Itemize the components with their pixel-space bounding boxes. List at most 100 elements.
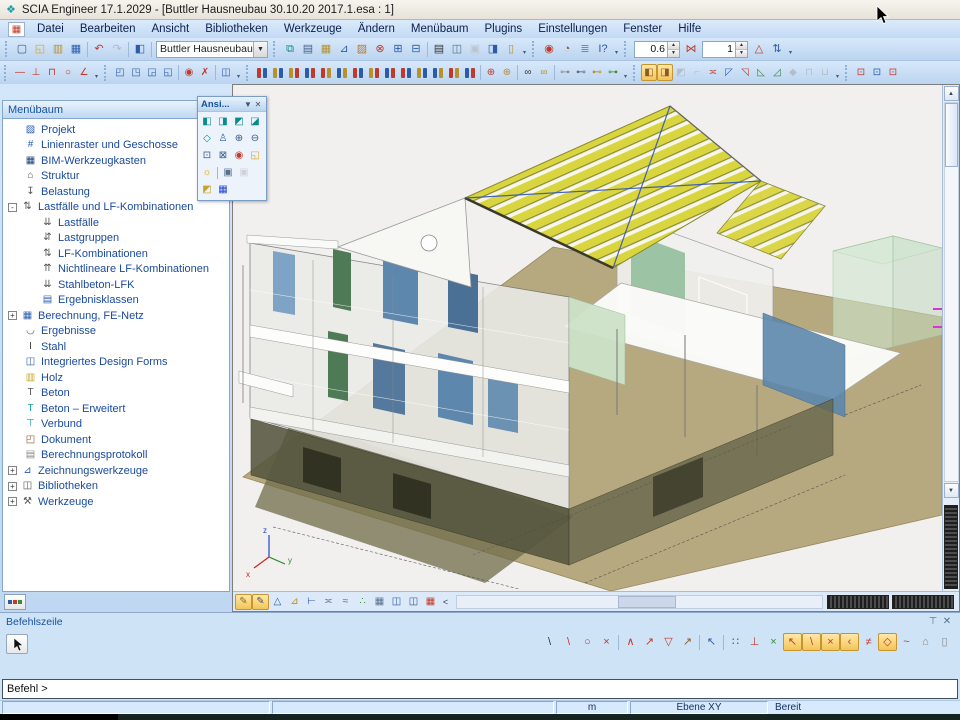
- menu-menbaum[interactable]: Menübaum: [403, 22, 477, 36]
- vertical-scrollbar[interactable]: ▲ ▼: [942, 85, 959, 591]
- palette-dropdown-icon[interactable]: ▼: [243, 100, 253, 109]
- clipping-box-icon[interactable]: ◩: [199, 182, 215, 198]
- tree-item[interactable]: ▤Ergebnisklassen: [3, 293, 229, 309]
- visibility-icon[interactable]: ◉: [181, 64, 197, 81]
- mesh-icon[interactable]: ⊗: [371, 41, 389, 58]
- tree-item[interactable]: +◫Bibliotheken: [3, 479, 229, 495]
- new-window-icon[interactable]: ◧: [131, 41, 149, 58]
- clip-2-icon[interactable]: ⊔: [817, 64, 833, 81]
- vscroll-track[interactable]: [944, 102, 959, 482]
- tree-item[interactable]: ◰Dokument: [3, 432, 229, 448]
- snap-ortho-icon[interactable]: ≠: [859, 633, 878, 651]
- light-icon[interactable]: ☼: [199, 165, 215, 181]
- menu-ansicht[interactable]: Ansicht: [143, 22, 197, 36]
- menu-plugins[interactable]: Plugins: [476, 22, 530, 36]
- window-view-2-icon[interactable]: ◳: [128, 64, 144, 81]
- opening-icon[interactable]: [350, 64, 366, 81]
- menu-ndern[interactable]: Ändern: [350, 22, 403, 36]
- 3d-model[interactable]: z x y: [233, 85, 942, 591]
- palette-header[interactable]: Ansi... ▼ ✕: [198, 97, 266, 112]
- surfaces-icon[interactable]: △: [269, 594, 286, 610]
- 3d-canvas[interactable]: z x y: [233, 85, 942, 591]
- tree-item[interactable]: ⇵Lastgruppen: [3, 231, 229, 247]
- snap-off-icon[interactable]: ×: [764, 633, 783, 651]
- save-icon[interactable]: ▥: [49, 41, 67, 58]
- snap-node-icon[interactable]: ↖: [783, 633, 802, 651]
- move-node-icon[interactable]: ⊕: [499, 64, 515, 81]
- dimension-settings-icon[interactable]: ≣: [576, 41, 594, 58]
- local-axes-icon[interactable]: ≈: [337, 594, 354, 610]
- zoom-out-icon[interactable]: ⊖: [247, 131, 263, 147]
- snap-intersection-icon[interactable]: ×: [597, 633, 616, 651]
- tree-item[interactable]: ▥Holz: [3, 370, 229, 386]
- scale-ratio-icon[interactable]: ⇅: [768, 41, 786, 58]
- tree-item[interactable]: +▦Berechnung, FE-Netz: [3, 308, 229, 324]
- grid-display-icon[interactable]: ▦: [371, 594, 388, 610]
- snap-edge-icon[interactable]: \: [802, 633, 821, 651]
- overflow-chevron-icon[interactable]: ▾: [621, 65, 630, 81]
- snap-arc-icon[interactable]: ▽: [659, 633, 678, 651]
- menu-einstellungen[interactable]: Einstellungen: [530, 22, 615, 36]
- tree-item[interactable]: ⇊Lastfälle: [3, 215, 229, 231]
- section-a-icon[interactable]: ⊡: [853, 64, 869, 81]
- overflow-chevron-icon[interactable]: ▾: [234, 65, 243, 81]
- axonometric-view-icon[interactable]: ◇: [199, 131, 215, 147]
- expand-box-icon[interactable]: +: [8, 466, 17, 475]
- unlock-view-icon[interactable]: ◨: [657, 64, 673, 81]
- rendered-mode-icon[interactable]: ✎: [252, 594, 269, 610]
- check-structure-icon[interactable]: ⊷: [589, 64, 605, 81]
- supports-display-icon[interactable]: ⊢: [303, 594, 320, 610]
- calculation-icon[interactable]: ▦: [317, 41, 335, 58]
- close-icon[interactable]: ✕: [940, 616, 954, 627]
- window-view-3-icon[interactable]: ◲: [144, 64, 160, 81]
- solver-icon[interactable]: ⊿: [335, 41, 353, 58]
- tree-item[interactable]: ▤Berechnungsprotokoll: [3, 448, 229, 464]
- app-grid-icon[interactable]: ▦: [8, 22, 25, 37]
- project-combo[interactable]: Buttler Hausneubau▼: [156, 41, 268, 58]
- snap-toolbar-icon[interactable]: ⌂: [916, 633, 935, 651]
- tree-item[interactable]: #Linienraster und Geschosse: [3, 138, 229, 154]
- zoom-in-icon[interactable]: ⊕: [231, 131, 247, 147]
- snap-endpoint-icon[interactable]: \: [540, 633, 559, 651]
- menu-tree[interactable]: ▨Projekt#Linienraster und Geschosse▦BIM-…: [2, 118, 230, 592]
- snap-settings-icon[interactable]: ▯: [935, 633, 954, 651]
- overflow-chevron-icon[interactable]: ▾: [520, 41, 529, 57]
- dot-grid-icon[interactable]: ∷: [726, 633, 745, 651]
- select-r4-icon[interactable]: ◿: [769, 64, 785, 81]
- glasses-icon[interactable]: ∞: [520, 64, 536, 81]
- walkthrough-icon[interactable]: ♙: [215, 131, 231, 147]
- table-icon[interactable]: ⊟: [407, 41, 425, 58]
- menu-hilfe[interactable]: Hilfe: [670, 22, 709, 36]
- view-top-icon[interactable]: ◧: [199, 114, 215, 130]
- save-all-icon[interactable]: ▦: [67, 41, 85, 58]
- overflow-chevron-icon[interactable]: ▾: [612, 41, 621, 57]
- tree-item[interactable]: +⚒Werkzeuge: [3, 494, 229, 510]
- snap-polyline-icon[interactable]: ‹: [840, 633, 859, 651]
- picture-gallery-icon[interactable]: ◉: [540, 41, 558, 58]
- moment-icon[interactable]: [430, 64, 446, 81]
- zoom-window-icon[interactable]: ⊡: [199, 148, 215, 164]
- project-data-icon[interactable]: ⧉: [281, 41, 299, 58]
- beam-icon[interactable]: [254, 64, 270, 81]
- snap-perpendicular-icon[interactable]: ∧: [621, 633, 640, 651]
- erase-icon[interactable]: ✗: [197, 64, 213, 81]
- combo-dropdown-icon[interactable]: ▼: [253, 42, 267, 57]
- vscroll-thumb[interactable]: [945, 103, 958, 167]
- node-icon[interactable]: [366, 64, 382, 81]
- view-parameters-icon[interactable]: ⊞: [389, 41, 407, 58]
- support-icon[interactable]: [398, 64, 414, 81]
- paperspace-icon[interactable]: ◔: [558, 41, 576, 58]
- menu-bearbeiten[interactable]: Bearbeiten: [72, 22, 144, 36]
- glasses-selection-icon[interactable]: ∞: [536, 64, 552, 81]
- overflow-chevron-icon[interactable]: ▾: [92, 65, 101, 81]
- tree-item[interactable]: -⇅Lastfälle und LF-Kombinationen: [3, 200, 229, 216]
- spin-arrows[interactable]: ▲▼: [667, 42, 679, 57]
- bracket-tool-icon[interactable]: ⊓: [44, 64, 60, 81]
- print-icon[interactable]: ▤: [430, 41, 448, 58]
- fast-draw-icon[interactable]: ▦: [422, 594, 439, 610]
- collapse-box-icon[interactable]: -: [8, 203, 17, 212]
- wireframe-mode-icon[interactable]: ✎: [235, 594, 252, 610]
- column-icon[interactable]: [270, 64, 286, 81]
- expand-box-icon[interactable]: +: [8, 482, 17, 491]
- model-data-icon[interactable]: ∴: [354, 594, 371, 610]
